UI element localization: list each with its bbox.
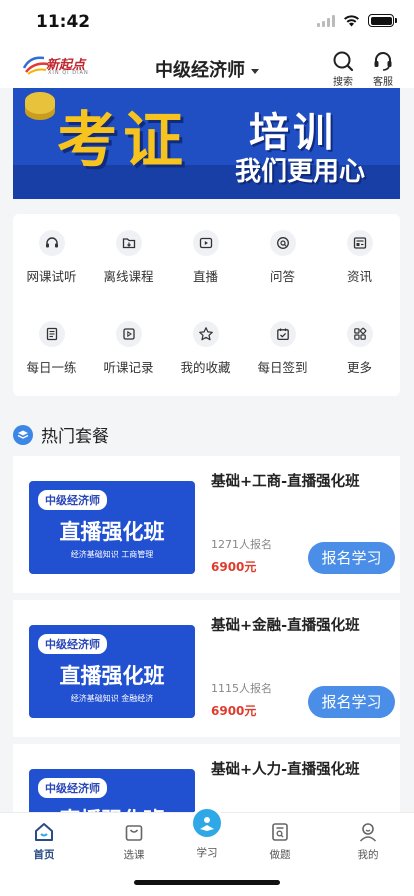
tab-practice[interactable]: 做题: [250, 821, 310, 862]
thumbnail-title: 直播强化班: [59, 519, 165, 544]
banner-train-text: 培训: [249, 110, 337, 156]
section-title: 热门套餐: [41, 427, 109, 447]
menu-label[interactable]: 每日一练: [13, 357, 90, 376]
menu-item-live[interactable]: 直播: [167, 230, 244, 285]
tab-study[interactable]: [190, 806, 224, 840]
search-icon[interactable]: [332, 50, 354, 72]
tab-study-label[interactable]: 学习: [177, 845, 237, 860]
layers-icon: [13, 424, 33, 445]
news-icon[interactable]: [346, 230, 373, 256]
tab-label[interactable]: 首页: [14, 847, 74, 862]
menu-item-trial-lessons[interactable]: 网课试听: [13, 230, 90, 285]
thumbnail-title: 直播强化班: [29, 804, 195, 812]
menu-label[interactable]: 资讯: [321, 266, 398, 285]
banner-slogan: 我们更用心: [235, 157, 366, 187]
headset-icon[interactable]: [372, 50, 394, 72]
wifi-icon: [344, 14, 359, 26]
tab-mine[interactable]: 我的: [338, 821, 398, 862]
menu-item-qa[interactable]: 问答: [244, 230, 321, 285]
course-card[interactable]: 中级经济师 直播强化班 基础+人力-直播强化班: [13, 744, 400, 812]
tab-label[interactable]: 选课: [104, 847, 164, 862]
menu-item-news[interactable]: 资讯: [321, 230, 398, 285]
search-label[interactable]: 搜索: [326, 73, 360, 88]
qa-bubble-icon[interactable]: [269, 230, 296, 256]
menu-label[interactable]: 网课试听: [13, 266, 90, 285]
exam-paper-icon[interactable]: [269, 821, 291, 843]
grid-more-icon[interactable]: [346, 321, 373, 347]
thumbnail-tag: 中级经济师: [38, 634, 107, 654]
tab-label[interactable]: 做题: [250, 847, 310, 862]
headphones-icon[interactable]: [38, 230, 65, 256]
thumbnail-title: 直播强化班: [59, 663, 165, 688]
menu-item-more[interactable]: 更多: [321, 321, 398, 376]
tab-courses[interactable]: 选课: [104, 821, 164, 862]
user-profile-icon[interactable]: [357, 821, 379, 843]
coin-stack-icon: [25, 92, 55, 114]
menu-label[interactable]: 更多: [321, 357, 398, 376]
course-thumbnail[interactable]: 中级经济师 直播强化班: [29, 769, 195, 812]
banner-headline: 考证: [57, 106, 189, 176]
enroll-button[interactable]: 报名学习: [308, 686, 395, 718]
course-card[interactable]: 中级经济师 直播强化班 经济基础知识 工商管理 基础+工商-直播强化班 1271…: [13, 456, 400, 593]
menu-label[interactable]: 问答: [244, 266, 321, 285]
course-card[interactable]: 中级经济师 直播强化班 经济基础知识 金融经济 基础+金融-直播强化班 1115…: [13, 600, 400, 737]
feature-menu: 网课试听 离线课程 直播 问答 资讯 每日一练 听课记录 我的收藏 每日签到 更…: [13, 214, 400, 396]
course-price: 6900元: [211, 704, 257, 718]
thumbnail-tag: 中级经济师: [38, 490, 107, 510]
course-price: 6900元: [211, 560, 257, 574]
menu-label[interactable]: 我的收藏: [167, 357, 244, 376]
status-time: 11:42: [36, 12, 91, 32]
star-icon[interactable]: [192, 321, 219, 347]
menu-item-study-history[interactable]: 听课记录: [90, 321, 167, 376]
course-name[interactable]: 基础+金融-直播强化班: [211, 614, 360, 635]
menu-label[interactable]: 直播: [167, 266, 244, 285]
notebook-icon[interactable]: [38, 321, 65, 347]
page-title[interactable]: 中级经济师: [155, 60, 245, 81]
menu-item-check-in[interactable]: 每日签到: [244, 321, 321, 376]
enrollment-count: 1115人报名: [211, 682, 272, 695]
course-thumbnail[interactable]: 中级经济师 直播强化班 经济基础知识 工商管理: [29, 481, 195, 574]
thumbnail-tag: 中级经济师: [38, 778, 107, 798]
folder-download-icon[interactable]: [115, 230, 142, 256]
course-name[interactable]: 基础+人力-直播强化班: [211, 758, 360, 779]
chevron-down-icon[interactable]: [251, 69, 259, 74]
study-person-icon[interactable]: [198, 814, 216, 832]
menu-item-favorites[interactable]: 我的收藏: [167, 321, 244, 376]
menu-item-offline-courses[interactable]: 离线课程: [90, 230, 167, 285]
status-icons: [317, 14, 397, 27]
tab-home[interactable]: 首页: [14, 821, 74, 862]
customer-service-button[interactable]: 客服: [366, 50, 400, 88]
search-button[interactable]: 搜索: [326, 50, 360, 88]
thumbnail-subtitle: 经济基础知识 金融经济: [70, 694, 154, 703]
course-thumbnail[interactable]: 中级经济师 直播强化班 经济基础知识 金融经济: [29, 625, 195, 718]
tab-label[interactable]: 我的: [338, 847, 398, 862]
home-icon[interactable]: [33, 821, 55, 843]
thumbnail-subtitle: 经济基础知识 工商管理: [70, 550, 154, 559]
calendar-check-icon[interactable]: [269, 321, 296, 347]
live-play-icon[interactable]: [192, 230, 219, 256]
menu-label[interactable]: 每日签到: [244, 357, 321, 376]
cellular-signal-icon: [317, 14, 335, 27]
enroll-button[interactable]: 报名学习: [308, 542, 395, 574]
home-indicator: [134, 880, 280, 885]
status-bar: 11:42: [0, 0, 414, 46]
shopping-bag-icon[interactable]: [123, 821, 145, 843]
promo-banner[interactable]: 考证 培训 我们更用心: [13, 88, 400, 199]
menu-item-daily-practice[interactable]: 每日一练: [13, 321, 90, 376]
play-record-icon[interactable]: [115, 321, 142, 347]
service-label[interactable]: 客服: [366, 73, 400, 88]
menu-label[interactable]: 听课记录: [90, 357, 167, 376]
enrollment-count: 1271人报名: [211, 538, 272, 551]
top-header: 新起点 XIN QI DIAN 中级经济师 搜索 客服: [0, 46, 414, 88]
course-name[interactable]: 基础+工商-直播强化班: [211, 470, 360, 491]
hot-packages-heading: 热门套餐: [13, 422, 109, 447]
battery-icon: [368, 14, 397, 27]
menu-label[interactable]: 离线课程: [90, 266, 167, 285]
